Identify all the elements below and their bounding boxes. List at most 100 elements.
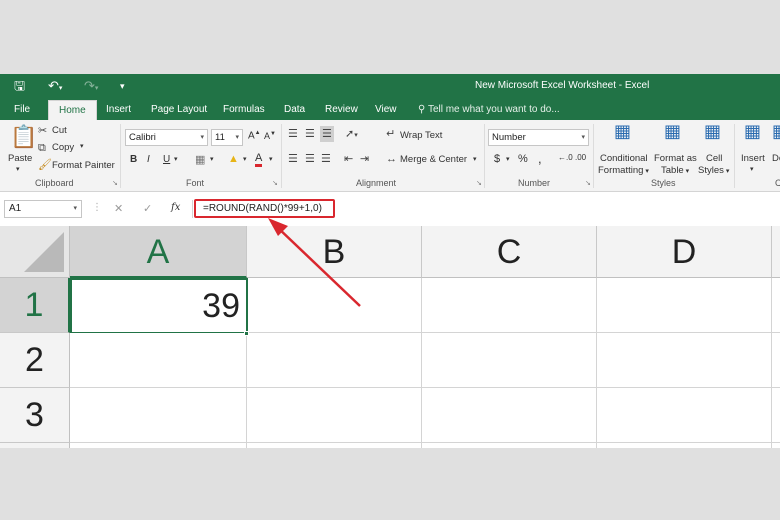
currency-button[interactable]: $: [494, 153, 500, 165]
copy-dropdown-icon[interactable]: ▾: [80, 142, 84, 150]
cell-c1[interactable]: [422, 278, 597, 333]
underline-button[interactable]: U: [163, 154, 170, 165]
format-painter-button[interactable]: Format Painter: [52, 160, 115, 171]
bold-button[interactable]: B: [130, 154, 137, 165]
align-bottom-icon[interactable]: ☰: [320, 126, 334, 142]
paste-icon[interactable]: 📋: [10, 126, 37, 148]
customize-icon[interactable]: ▾: [120, 78, 125, 94]
cell-d2[interactable]: [597, 333, 772, 388]
font-size-select[interactable]: 11 ▾: [211, 129, 243, 146]
number-launcher-icon[interactable]: ↘: [585, 179, 591, 187]
row-header-2[interactable]: 2: [0, 333, 70, 388]
fill-color-icon[interactable]: ▲: [228, 153, 239, 165]
save-icon[interactable]: 🖫: [14, 78, 25, 94]
cell-e3[interactable]: [772, 388, 780, 443]
tab-insert[interactable]: Insert: [106, 100, 131, 120]
underline-dropdown-icon[interactable]: ▾: [174, 155, 178, 163]
wrap-text-button[interactable]: Wrap Text: [400, 130, 442, 141]
tab-home[interactable]: Home: [48, 100, 97, 120]
shrink-font-icon[interactable]: A▼: [264, 131, 276, 141]
cell-b3[interactable]: [247, 388, 422, 443]
fill-color-dropdown-icon[interactable]: ▾: [243, 155, 247, 163]
cell-c4[interactable]: [422, 443, 597, 448]
column-header-a[interactable]: A: [70, 226, 247, 278]
clipboard-launcher-icon[interactable]: ↘: [112, 179, 118, 187]
column-header-d[interactable]: D: [597, 226, 772, 278]
align-center-icon[interactable]: ☰: [305, 153, 315, 165]
font-name-select[interactable]: Calibri ▾: [125, 129, 208, 146]
cell-styles-line1[interactable]: Cell: [706, 153, 722, 164]
cut-icon[interactable]: ✂: [38, 125, 47, 137]
cell-d4[interactable]: [597, 443, 772, 448]
cell-a2[interactable]: [70, 333, 247, 388]
borders-dropdown-icon[interactable]: ▾: [210, 155, 214, 163]
format-as-table-line2[interactable]: Table ▾: [661, 165, 689, 176]
currency-dropdown-icon[interactable]: ▾: [506, 155, 510, 163]
cell-e1[interactable]: [772, 278, 780, 333]
comma-button[interactable]: ,: [538, 151, 542, 166]
select-all-button[interactable]: [0, 226, 70, 278]
enter-icon[interactable]: ✓: [143, 202, 152, 215]
align-middle-icon[interactable]: ☰: [305, 128, 315, 140]
paste-dropdown-icon[interactable]: ▾: [16, 165, 20, 173]
cell-b4[interactable]: [247, 443, 422, 448]
decrease-decimal-button[interactable]: .00: [575, 153, 586, 162]
font-launcher-icon[interactable]: ↘: [272, 179, 278, 187]
tab-page-layout[interactable]: Page Layout: [151, 100, 207, 120]
cell-c2[interactable]: [422, 333, 597, 388]
tab-view[interactable]: View: [375, 100, 397, 120]
insert-function-icon[interactable]: fx: [171, 202, 180, 213]
align-left-icon[interactable]: ☰: [288, 153, 298, 165]
cancel-icon[interactable]: ✕: [114, 202, 123, 215]
cell-d1[interactable]: [597, 278, 772, 333]
cell-a1[interactable]: 39: [70, 278, 248, 334]
insert-dropdown-icon[interactable]: ▾: [750, 165, 754, 173]
row-header-1[interactable]: 1: [0, 278, 70, 333]
tab-review[interactable]: Review: [325, 100, 358, 120]
grow-font-icon[interactable]: A▲: [248, 130, 261, 141]
row-header-4[interactable]: [0, 443, 70, 448]
increase-decimal-button[interactable]: ←.0: [558, 153, 573, 162]
name-box[interactable]: A1 ▾: [4, 200, 82, 218]
fill-handle[interactable]: [244, 331, 249, 336]
cell-e2[interactable]: [772, 333, 780, 388]
copy-icon[interactable]: ⧉: [38, 142, 46, 154]
undo-icon[interactable]: ↶▾: [48, 78, 62, 97]
cell-a4[interactable]: [70, 443, 247, 448]
tab-file[interactable]: File: [14, 100, 30, 120]
orientation-icon[interactable]: ➚▾: [345, 128, 358, 142]
font-color-dropdown-icon[interactable]: ▾: [269, 155, 273, 163]
align-top-icon[interactable]: ☰: [288, 128, 298, 140]
number-format-select[interactable]: Number ▾: [488, 129, 589, 146]
format-painter-icon[interactable]: 🖌: [38, 159, 52, 171]
cell-c3[interactable]: [422, 388, 597, 443]
cut-button[interactable]: Cut: [52, 125, 67, 136]
paste-button[interactable]: Paste: [8, 153, 32, 164]
cell-b1[interactable]: [248, 278, 422, 333]
cell-styles-line2[interactable]: Styles ▾: [698, 165, 729, 176]
column-header-c[interactable]: C: [422, 226, 597, 278]
redo-icon[interactable]: ↷▾: [84, 78, 98, 97]
tell-me-box[interactable]: ⚲ Tell me what you want to do...: [418, 100, 560, 120]
tab-data[interactable]: Data: [284, 100, 305, 120]
column-header-b[interactable]: B: [247, 226, 422, 278]
merge-center-button[interactable]: Merge & Center: [400, 154, 467, 165]
increase-indent-icon[interactable]: ⇥: [360, 153, 369, 165]
column-header-e[interactable]: [772, 226, 780, 278]
merge-dropdown-icon[interactable]: ▾: [473, 155, 477, 163]
insert-cells-button[interactable]: Insert: [741, 153, 765, 164]
italic-button[interactable]: I: [147, 154, 150, 165]
percent-button[interactable]: %: [518, 153, 528, 165]
copy-button[interactable]: Copy: [52, 142, 74, 153]
cell-a3[interactable]: [70, 388, 247, 443]
format-as-table-line1[interactable]: Format as: [654, 153, 697, 164]
delete-cells-button[interactable]: De: [772, 153, 780, 164]
conditional-formatting-line2[interactable]: Formatting ▾: [598, 165, 649, 176]
cell-d3[interactable]: [597, 388, 772, 443]
alignment-launcher-icon[interactable]: ↘: [476, 179, 482, 187]
row-header-3[interactable]: 3: [0, 388, 70, 443]
align-right-icon[interactable]: ☰: [321, 153, 331, 165]
borders-icon[interactable]: ▦: [195, 154, 205, 166]
font-color-icon[interactable]: A: [255, 153, 263, 167]
decrease-indent-icon[interactable]: ⇤: [344, 153, 353, 165]
